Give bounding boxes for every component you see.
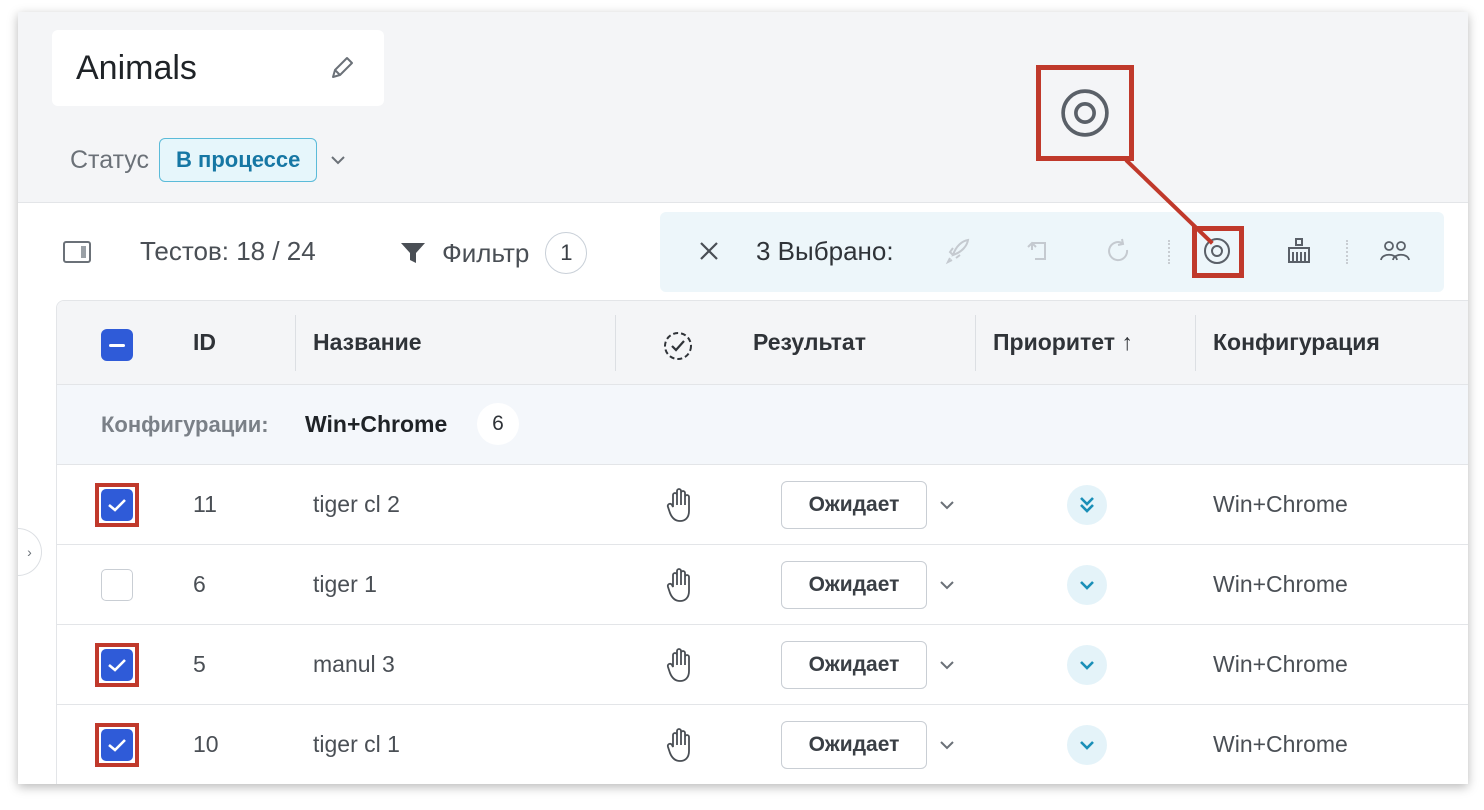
rocket-icon[interactable] — [940, 234, 974, 268]
users-icon[interactable] — [1378, 234, 1412, 268]
table-row[interactable]: 11 tiger cl 2 Ожидает Win+Chrome — [57, 465, 1468, 545]
column-priority[interactable]: Приоритет ↑ — [993, 329, 1133, 356]
header-area: Animals Статус В процессе — [18, 12, 1468, 202]
cell-id: 6 — [193, 571, 206, 597]
priority-icon — [1067, 725, 1107, 765]
priority-icon — [1067, 565, 1107, 605]
filter-icon — [401, 243, 425, 263]
chevron-down-icon[interactable] — [937, 575, 957, 595]
result-dropdown[interactable]: Ожидает — [781, 721, 927, 769]
chevron-down-icon[interactable] — [327, 149, 349, 171]
table-header: ID Название Результат Приоритет ↑ Конфиг… — [57, 301, 1468, 385]
page-title: Animals — [76, 48, 197, 87]
tests-table: ID Название Результат Приоритет ↑ Конфиг… — [56, 300, 1468, 784]
cell-configuration: Win+Chrome — [1213, 731, 1348, 757]
broom-icon[interactable] — [1282, 234, 1316, 268]
column-separator — [975, 315, 976, 371]
status-row: Статус В процессе — [70, 138, 349, 182]
status-label: Статус — [70, 145, 150, 174]
run-status-icon[interactable] — [661, 329, 695, 363]
column-result[interactable]: Результат — [753, 329, 866, 356]
table-row[interactable]: 5 manul 3 Ожидает Win+Chrome — [57, 625, 1468, 705]
table-row[interactable]: 10 tiger cl 1 Ожидает Win+Chrome — [57, 705, 1468, 784]
tests-count: Тестов: 18 / 24 — [140, 236, 316, 266]
group-count-badge: 6 — [477, 403, 519, 445]
callout-target-box — [1192, 226, 1244, 278]
cell-name[interactable]: tiger cl 1 — [313, 731, 400, 758]
group-label: Конфигурации: — [101, 412, 269, 437]
column-name[interactable]: Название — [313, 329, 422, 356]
hand-icon — [666, 648, 690, 682]
target-icon — [1061, 89, 1109, 137]
title-card: Animals — [52, 30, 384, 106]
result-dropdown[interactable]: Ожидает — [781, 641, 927, 689]
selection-bar: 3 Выбрано: — [660, 212, 1444, 292]
column-separator — [295, 315, 296, 371]
select-all-checkbox[interactable] — [101, 329, 133, 361]
header-divider — [18, 202, 1468, 203]
column-separator — [1195, 315, 1196, 371]
result-dropdown[interactable]: Ожидает — [781, 481, 927, 529]
highlight-box — [95, 643, 139, 687]
group-value: Win+Chrome — [305, 411, 448, 437]
priority-icon — [1067, 485, 1107, 525]
cell-id: 11 — [193, 491, 217, 517]
toolbar-separator — [1346, 240, 1348, 264]
reassign-icon[interactable] — [1022, 234, 1056, 268]
selected-count: 3 Выбрано: — [756, 236, 894, 266]
group-row: Конфигурации: Win+Chrome 6 — [57, 385, 1468, 465]
chevron-down-icon[interactable] — [937, 735, 957, 755]
close-icon[interactable] — [696, 238, 722, 264]
chevron-down-icon[interactable] — [937, 495, 957, 515]
hand-icon — [666, 728, 690, 762]
hand-icon — [666, 568, 690, 602]
column-separator — [615, 315, 616, 371]
filter-label: Фильтр — [442, 237, 530, 268]
column-configuration[interactable]: Конфигурация — [1213, 329, 1380, 356]
filter-count-badge: 1 — [545, 232, 588, 274]
cell-name[interactable]: tiger cl 2 — [313, 491, 400, 518]
highlight-box — [95, 723, 139, 767]
row-checkbox[interactable] — [101, 569, 133, 601]
cell-configuration: Win+Chrome — [1213, 571, 1348, 597]
hand-icon — [666, 488, 690, 522]
cell-configuration: Win+Chrome — [1213, 491, 1348, 517]
result-dropdown[interactable]: Ожидает — [781, 561, 927, 609]
cell-name[interactable]: manul 3 — [313, 651, 395, 678]
toolbar: Тестов: 18 / 24 Фильтр 1 3 Выбрано: — [18, 212, 1468, 292]
sidebar-toggle-icon[interactable] — [62, 240, 92, 264]
redo-icon[interactable] — [1102, 234, 1136, 268]
cell-name[interactable]: tiger 1 — [313, 571, 377, 598]
column-id[interactable]: ID — [193, 329, 216, 356]
highlight-box — [95, 483, 139, 527]
edit-icon[interactable] — [326, 52, 358, 84]
status-badge[interactable]: В процессе — [159, 138, 318, 182]
cell-id: 5 — [193, 651, 206, 677]
chevron-down-icon[interactable] — [937, 655, 957, 675]
table-row[interactable]: 6 tiger 1 Ожидает Win+Chrome — [57, 545, 1468, 625]
toolbar-separator — [1168, 240, 1170, 264]
app-window: Animals Статус В процессе Тестов: 18 / 2… — [18, 12, 1468, 784]
priority-icon — [1067, 645, 1107, 685]
cell-id: 10 — [193, 731, 219, 757]
sidebar-expand-handle[interactable]: › — [18, 528, 42, 576]
filter-button[interactable]: Фильтр 1 — [398, 232, 588, 274]
callout-zoom-box — [1036, 65, 1134, 161]
cell-configuration: Win+Chrome — [1213, 651, 1348, 677]
